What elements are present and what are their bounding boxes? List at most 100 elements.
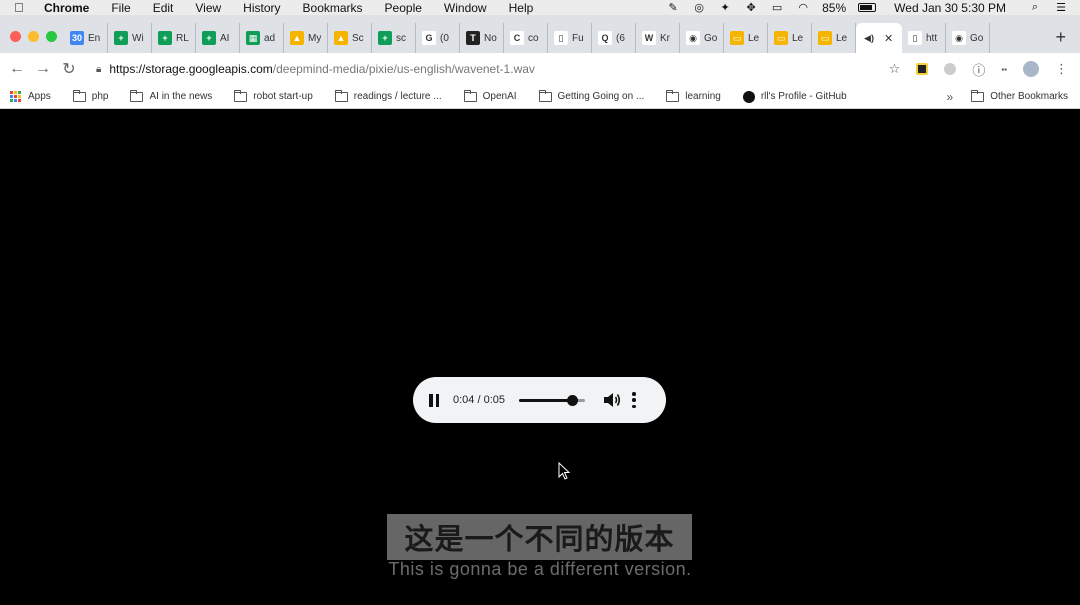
lock-icon[interactable]: 🔒︎ bbox=[96, 64, 101, 75]
tab[interactable]: + sc bbox=[372, 23, 416, 53]
bookmark-item[interactable]: robot start-up bbox=[234, 89, 313, 102]
zoom-window-button[interactable] bbox=[46, 31, 57, 42]
more-options-button[interactable] bbox=[631, 392, 637, 408]
reload-button[interactable]: ↻ bbox=[56, 59, 82, 79]
profile-avatar[interactable] bbox=[1023, 61, 1039, 77]
tab[interactable]: W Kr bbox=[636, 23, 680, 53]
bookmark-item[interactable]: Apps bbox=[10, 90, 51, 103]
tab-label: RL bbox=[176, 32, 189, 44]
tab-label: ad bbox=[264, 32, 276, 44]
window-controls bbox=[10, 31, 57, 42]
tab[interactable]: ▯ htt bbox=[902, 23, 946, 53]
close-tab-icon[interactable]: ✕ bbox=[884, 32, 893, 45]
tab-label: sc bbox=[396, 32, 406, 44]
tab-label: Le bbox=[792, 32, 804, 44]
menu-app-name[interactable]: Chrome bbox=[44, 1, 89, 15]
tab-favicon-icon: ▭ bbox=[774, 31, 788, 45]
bookmark-item[interactable]: rll's Profile - GitHub bbox=[742, 90, 847, 103]
bookmark-label: php bbox=[91, 91, 109, 102]
tab[interactable]: ▭ Le bbox=[724, 23, 768, 53]
folder-icon bbox=[538, 89, 552, 102]
close-window-button[interactable] bbox=[10, 31, 21, 42]
tab-label: Go bbox=[970, 32, 984, 44]
tab[interactable]: + RL bbox=[152, 23, 196, 53]
bookmark-item[interactable]: AI in the news bbox=[130, 89, 212, 102]
tab[interactable]: + AI bbox=[196, 23, 240, 53]
tab[interactable]: ▭ Le bbox=[812, 23, 856, 53]
bookmark-item[interactable]: learning bbox=[666, 89, 721, 102]
menu-history[interactable]: History bbox=[243, 1, 280, 15]
notification-center-icon[interactable]: ☰ bbox=[1054, 2, 1068, 14]
volume-icon[interactable] bbox=[603, 392, 621, 408]
menu-help[interactable]: Help bbox=[509, 1, 534, 15]
extension-icon[interactable] bbox=[916, 63, 929, 75]
playback-time: 0:04 / 0:05 bbox=[453, 394, 505, 406]
minimize-window-button[interactable] bbox=[28, 31, 39, 42]
tab[interactable]: ◉ Go bbox=[946, 23, 990, 53]
new-tab-button[interactable]: + bbox=[1055, 27, 1066, 48]
tab[interactable]: + Wi bbox=[108, 23, 152, 53]
menu-window[interactable]: Window bbox=[444, 1, 487, 15]
tab[interactable]: ▲ My bbox=[284, 23, 328, 53]
menu-bookmarks[interactable]: Bookmarks bbox=[303, 1, 363, 15]
tab-favicon-icon: G bbox=[422, 31, 436, 45]
tab-favicon-icon: + bbox=[158, 31, 172, 45]
bookmark-label: Apps bbox=[28, 91, 51, 102]
tab-label: Le bbox=[748, 32, 760, 44]
folder-icon bbox=[463, 89, 477, 102]
other-bookmarks[interactable]: Other Bookmarks bbox=[971, 89, 1068, 102]
dropbox-icon[interactable]: ✦ bbox=[718, 2, 732, 14]
extension-icon[interactable]: ▪▪ bbox=[1001, 65, 1007, 74]
tab[interactable]: G (0 bbox=[416, 23, 460, 53]
menu-edit[interactable]: Edit bbox=[153, 1, 174, 15]
pause-button[interactable] bbox=[429, 393, 439, 407]
seek-thumb[interactable] bbox=[566, 395, 578, 406]
spotlight-search-icon[interactable]: ⌕ bbox=[1028, 1, 1042, 14]
tab-label: No bbox=[484, 32, 497, 44]
battery-icon[interactable] bbox=[858, 3, 877, 12]
tab[interactable]: ▲ Sc bbox=[328, 23, 372, 53]
tab[interactable]: ▯ Fu bbox=[548, 23, 592, 53]
apple-menu-icon[interactable]:  bbox=[14, 0, 28, 15]
extension-icon[interactable] bbox=[944, 63, 957, 75]
airplay-icon[interactable]: ▭ bbox=[770, 2, 784, 14]
menu-file[interactable]: File bbox=[111, 1, 130, 15]
tab[interactable]: Q (6 bbox=[592, 23, 636, 53]
address-bar[interactable]: https://storage.googleapis.com/deepmind-… bbox=[109, 62, 535, 76]
menu-people[interactable]: People bbox=[385, 1, 422, 15]
bookmark-item[interactable]: OpenAI bbox=[463, 89, 517, 102]
pen-icon[interactable]: ✎ bbox=[666, 2, 680, 14]
wifi-icon[interactable]: ◠ bbox=[796, 2, 810, 14]
url-domain: https://storage.googleapis.com bbox=[109, 62, 273, 76]
seek-slider[interactable] bbox=[519, 394, 585, 406]
tab[interactable]: ▦ ad bbox=[240, 23, 284, 53]
tab-favicon-icon: + bbox=[202, 31, 216, 45]
tab-label: AI bbox=[220, 32, 230, 44]
menu-view[interactable]: View bbox=[195, 1, 221, 15]
tab-active[interactable]: ◀) ✕ bbox=[856, 23, 902, 53]
media-page: 0:04 / 0:05 这是一个不同的版本 This is gonna be a… bbox=[0, 110, 1080, 605]
forward-button[interactable]: → bbox=[30, 60, 56, 78]
bookmark-star-icon[interactable]: ☆ bbox=[889, 61, 901, 77]
bookmark-item[interactable]: readings / lecture ... bbox=[334, 89, 442, 102]
tab-label: Sc bbox=[352, 32, 364, 44]
tab-favicon-icon: ◉ bbox=[952, 31, 966, 45]
clock[interactable]: Wed Jan 30 5:30 PM bbox=[894, 1, 1006, 15]
tab[interactable]: 30 En bbox=[64, 23, 108, 53]
tab[interactable]: Cco bbox=[504, 23, 548, 53]
bookmark-item[interactable]: php bbox=[72, 89, 109, 102]
tab[interactable]: ▭ Le bbox=[768, 23, 812, 53]
bookmarks-overflow-icon[interactable]: » bbox=[947, 90, 954, 104]
onepassword-extension-icon[interactable]: ⓘ bbox=[972, 60, 985, 79]
move-icon[interactable]: ✥ bbox=[744, 2, 758, 14]
tab[interactable]: ◉ Go bbox=[680, 23, 724, 53]
bookmarks-bar: Apps php AI in the news robot start-up readi… bbox=[0, 85, 1080, 109]
subtitle-chinese: 这是一个不同的版本 bbox=[387, 514, 692, 560]
url-path: /deepmind-media/pixie/us-english/wavenet… bbox=[272, 62, 535, 76]
back-button[interactable]: ← bbox=[4, 60, 30, 78]
bookmark-label: robot start-up bbox=[253, 91, 313, 102]
bookmark-item[interactable]: Getting Going on ... bbox=[538, 89, 644, 102]
tab[interactable]: T No bbox=[460, 23, 504, 53]
chrome-menu-icon[interactable]: ⋮ bbox=[1055, 61, 1068, 77]
onepassword-icon[interactable]: ◎ bbox=[692, 2, 706, 14]
